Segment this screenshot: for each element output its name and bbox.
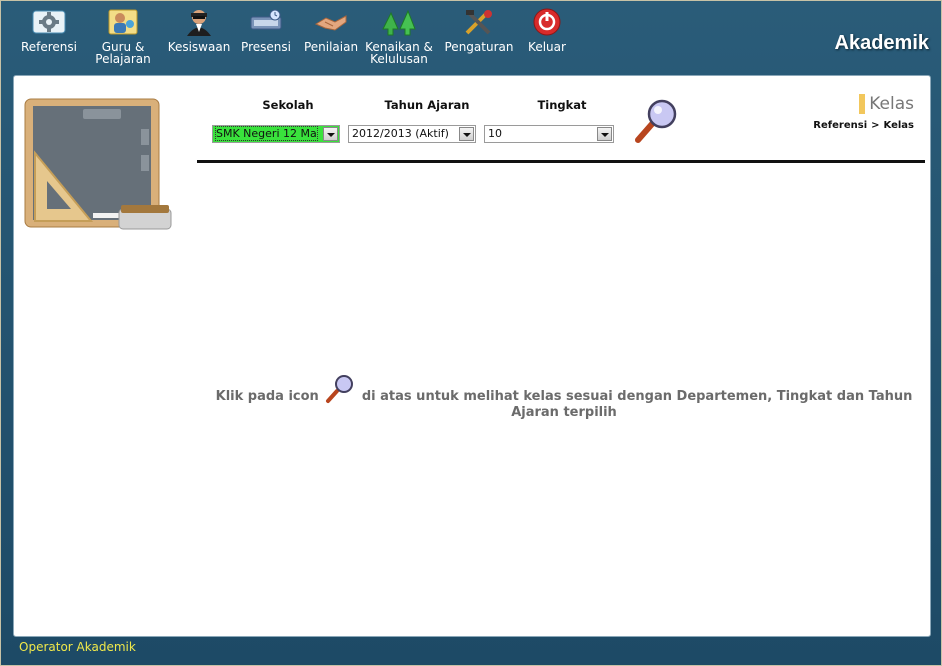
menu-item-guru-pelajaran[interactable]: Guru & Pelajaran: [93, 7, 153, 65]
tools-icon: [465, 10, 492, 35]
breadcrumb-separator: >: [871, 120, 880, 131]
arrows-up-icon: [382, 9, 416, 36]
tingkat-label: Tingkat: [537, 98, 587, 112]
chevron-down-icon[interactable]: [459, 127, 474, 141]
attendance-icon: [250, 9, 282, 30]
tahun-ajaran-label: Tahun Ajaran: [384, 98, 470, 112]
teacher-icon: [108, 9, 138, 35]
chalkboard-illustration: [24, 98, 172, 230]
search-icon: [326, 375, 354, 403]
menu-item-penilaian[interactable]: Penilaian: [301, 7, 361, 53]
student-icon: [187, 10, 211, 36]
main-menu: Referensi Guru & Pelajaran Kesiswaan Pre…: [1, 7, 601, 71]
breadcrumb-current: Kelas: [883, 120, 914, 131]
main-panel: Sekolah Tahun Ajaran Tingkat SMK Negeri …: [13, 75, 931, 637]
breadcrumb-parent[interactable]: Referensi: [813, 120, 867, 131]
breadcrumb: Referensi > Kelas: [813, 120, 914, 131]
header-divider: [197, 160, 925, 163]
menu-item-keluar[interactable]: Keluar: [523, 7, 571, 53]
page-header: Kelas Referensi > Kelas: [813, 94, 914, 131]
tingkat-select[interactable]: 10: [484, 125, 614, 143]
logged-in-user: Operator Akademik: [19, 640, 136, 654]
menu-item-referensi[interactable]: Referensi: [19, 7, 79, 53]
menu-item-pengaturan[interactable]: Pengaturan: [443, 7, 515, 53]
sekolah-label: Sekolah: [262, 98, 314, 112]
handshake-icon: [314, 15, 347, 31]
gear-settings-icon: [32, 10, 66, 34]
instruction-text: Klik pada icon di atas untuk melihat kel…: [214, 374, 914, 421]
app-title: Akademik: [834, 32, 930, 54]
chevron-down-icon[interactable]: [323, 127, 338, 141]
menu-item-kesiswaan[interactable]: Kesiswaan: [165, 7, 233, 53]
chevron-down-icon[interactable]: [597, 127, 612, 141]
power-icon: [533, 8, 561, 36]
page-title: Kelas: [859, 94, 914, 114]
search-icon[interactable]: [632, 98, 680, 144]
menu-item-kenaikan-kelulusan[interactable]: Kenaikan & Kelulusan: [363, 7, 435, 65]
tahun-ajaran-select[interactable]: 2012/2013 (Aktif): [348, 125, 476, 143]
app-frame: Referensi Guru & Pelajaran Kesiswaan Pre…: [0, 0, 942, 666]
sekolah-select[interactable]: SMK Negeri 12 Ma: [212, 125, 340, 143]
menu-item-presensi[interactable]: Presensi: [237, 7, 295, 53]
